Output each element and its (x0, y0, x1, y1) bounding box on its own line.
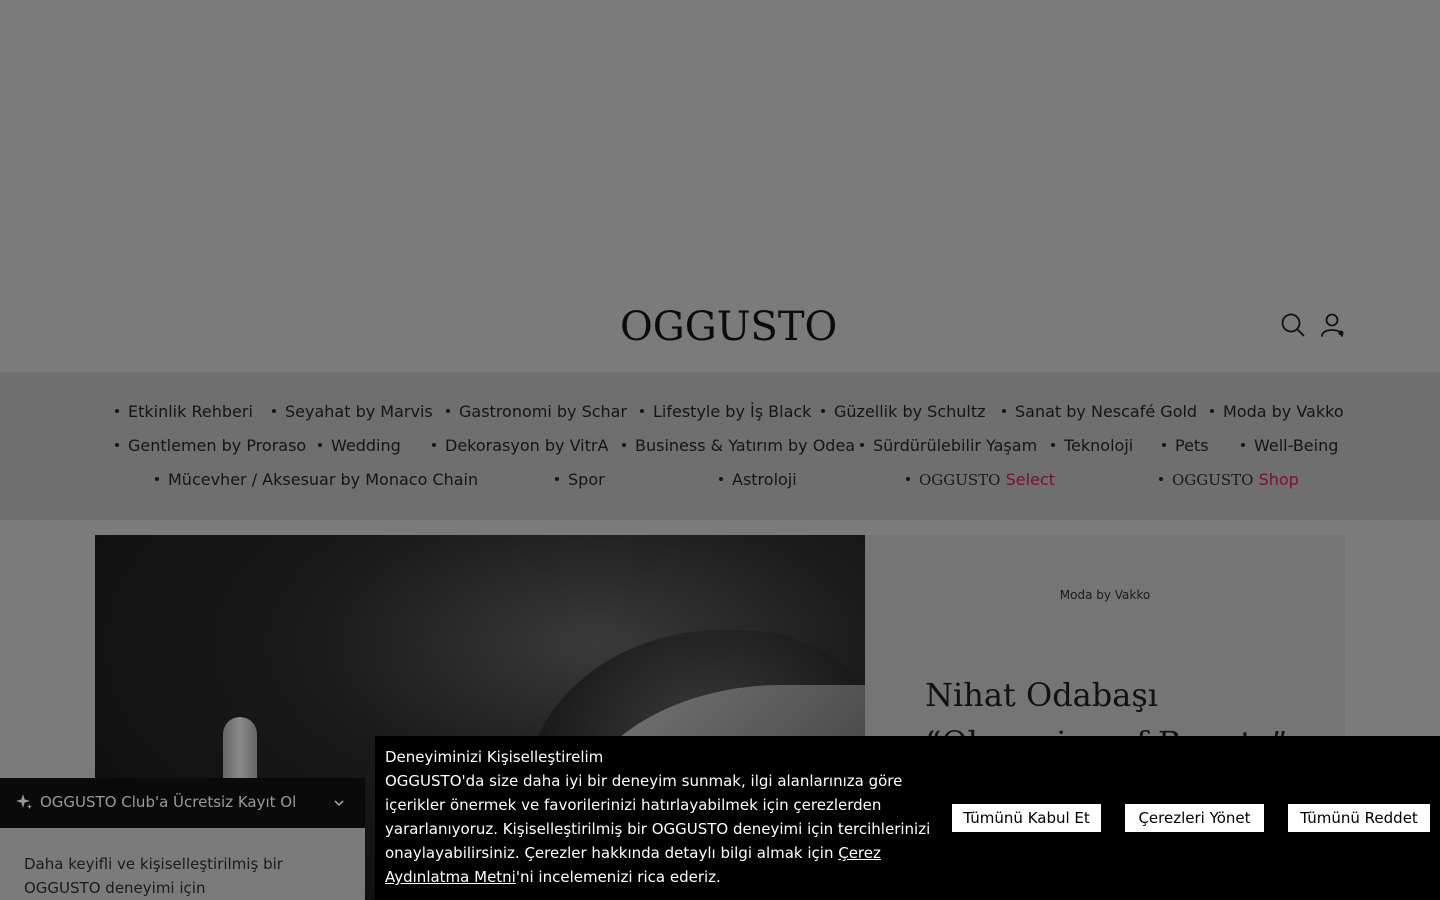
nav-item-gastronomi[interactable]: Gastronomi by Schar (446, 402, 627, 421)
nav-item-label: Sürdürülebilir Yaşam (873, 436, 1038, 455)
club-description: Daha keyifli ve kişiselleştirilmiş bir O… (24, 855, 283, 897)
nav-item-seyahat[interactable]: Seyahat by Marvis (272, 402, 433, 421)
nav-item-astroloji[interactable]: Astroloji (719, 470, 797, 489)
bullet-icon (1210, 408, 1214, 413)
brand-mini-logo: OGGUSTO (919, 471, 1001, 489)
category-nav: Etkinlik Rehberi Seyahat by Marvis Gastr… (0, 372, 1440, 520)
search-icon[interactable] (1280, 312, 1306, 338)
club-signup-label: OGGUSTO Club'a Ücretsiz Kayıt Ol (40, 793, 297, 811)
nav-item-label: Spor (568, 470, 605, 489)
nav-item-gentlemen[interactable]: Gentlemen by Proraso (115, 436, 306, 455)
site-logo[interactable]: OGGUSTO (620, 304, 837, 350)
bullet-icon (719, 476, 723, 481)
bullet-icon (622, 442, 626, 447)
user-icon[interactable] (1320, 312, 1346, 338)
nav-item-business[interactable]: Business & Yatırım by Odea (622, 436, 855, 455)
bullet-icon (860, 442, 864, 447)
cookie-heading: Deneyiminizi Kişiselleştirelim (385, 748, 604, 766)
nav-item-surdurulebilir[interactable]: Sürdürülebilir Yaşam (860, 436, 1037, 455)
nav-item-oggusto-shop[interactable]: OGGUSTO Shop (1159, 470, 1299, 489)
nav-item-label: Select (1005, 470, 1055, 489)
manage-cookies-button[interactable]: Çerezleri Yönet (1125, 804, 1264, 832)
club-signup-toggle[interactable]: OGGUSTO Club'a Ücretsiz Kayıt Ol (0, 778, 365, 828)
nav-item-wedding[interactable]: Wedding (318, 436, 401, 455)
accept-all-button[interactable]: Tümünü Kabul Et (952, 804, 1101, 832)
cookie-body-text-end: 'ni incelemenizi rica ederiz. (515, 868, 721, 886)
nav-item-pets[interactable]: Pets (1162, 436, 1209, 455)
bullet-icon (640, 408, 644, 413)
bullet-icon (1002, 408, 1006, 413)
nav-item-teknoloji[interactable]: Teknoloji (1051, 436, 1133, 455)
bullet-icon (1241, 442, 1245, 447)
nav-item-lifestyle[interactable]: Lifestyle by İş Black (640, 402, 811, 421)
bullet-icon (272, 408, 276, 413)
ad-space (0, 0, 1440, 290)
nav-item-label: Wedding (331, 436, 401, 455)
bullet-icon (446, 408, 450, 413)
nav-item-label: Sanat by Nescafé Gold (1015, 402, 1198, 421)
bullet-icon (115, 408, 119, 413)
bullet-icon (318, 442, 322, 447)
nav-item-dekorasyon[interactable]: Dekorasyon by VitrA (432, 436, 608, 455)
nav-item-label: Gentlemen by Proraso (128, 436, 307, 455)
nav-item-etkinlik-rehberi[interactable]: Etkinlik Rehberi (115, 402, 253, 421)
nav-item-label: Well-Being (1254, 436, 1339, 455)
nav-item-label: Lifestyle by İş Black (653, 402, 812, 421)
nav-item-oggusto-select[interactable]: OGGUSTO Select (906, 470, 1055, 489)
bullet-icon (555, 476, 559, 481)
nav-item-guzellik[interactable]: Güzellik by Schultz (821, 402, 986, 421)
nav-item-label: Moda by Vakko (1223, 402, 1344, 421)
bullet-icon (906, 476, 910, 481)
club-signup-panel: OGGUSTO Club'a Ücretsiz Kayıt Ol Daha ke… (0, 778, 365, 900)
nav-item-moda[interactable]: Moda by Vakko (1210, 402, 1344, 421)
bullet-icon (115, 442, 119, 447)
reject-all-button[interactable]: Tümünü Reddet (1288, 804, 1430, 832)
nav-item-mucevher[interactable]: Mücevher / Aksesuar by Monaco Chain (155, 470, 478, 489)
nav-item-label: Pets (1175, 436, 1209, 455)
site-header: OGGUSTO (0, 290, 1440, 372)
brand-mini-logo: OGGUSTO (1172, 471, 1254, 489)
nav-item-label: Etkinlik Rehberi (128, 402, 253, 421)
chevron-down-icon[interactable] (333, 797, 345, 809)
cookie-body: OGGUSTO'da size daha iyi bir deneyim sun… (385, 769, 945, 889)
nav-item-label: Gastronomi by Schar (459, 402, 628, 421)
article-category[interactable]: Moda by Vakko (865, 588, 1345, 602)
nav-item-label: Business & Yatırım by Odea (635, 436, 856, 455)
bullet-icon (821, 408, 825, 413)
bullet-icon (155, 476, 159, 481)
nav-item-sanat[interactable]: Sanat by Nescafé Gold (1002, 402, 1197, 421)
nav-item-label: Dekorasyon by VitrA (445, 436, 609, 455)
nav-item-well-being[interactable]: Well-Being (1241, 436, 1338, 455)
nav-item-label: Shop (1258, 470, 1299, 489)
nav-item-spor[interactable]: Spor (555, 470, 605, 489)
cookie-text: Deneyiminizi Kişiselleştirelim OGGUSTO'd… (385, 745, 945, 889)
nav-item-label: Mücevher / Aksesuar by Monaco Chain (168, 470, 479, 489)
nav-item-label: Astroloji (732, 470, 797, 489)
nav-item-label: Teknoloji (1064, 436, 1134, 455)
cookie-banner: Deneyiminizi Kişiselleştirelim OGGUSTO'd… (375, 736, 1440, 900)
bullet-icon (1051, 442, 1055, 447)
sparkle-icon (16, 794, 32, 810)
nav-item-label: Seyahat by Marvis (285, 402, 433, 421)
bullet-icon (1159, 476, 1163, 481)
bullet-icon (1162, 442, 1166, 447)
bullet-icon (432, 442, 436, 447)
nav-item-label: Güzellik by Schultz (834, 402, 986, 421)
